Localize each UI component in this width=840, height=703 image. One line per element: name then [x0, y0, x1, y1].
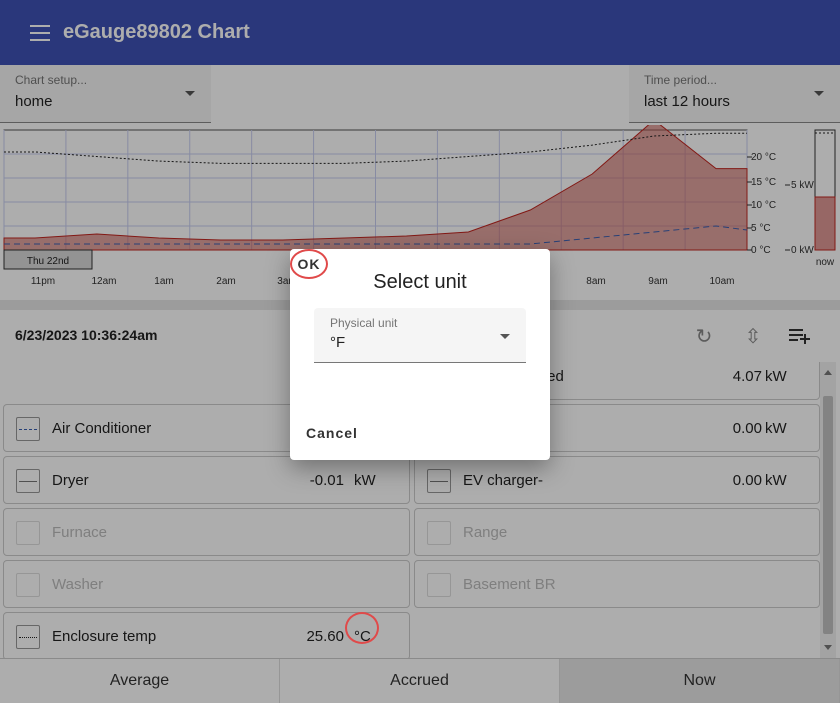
chevron-down-icon — [500, 334, 510, 339]
physical-unit-label: Physical unit — [330, 316, 398, 330]
cancel-button[interactable]: Cancel — [306, 425, 358, 441]
unit-highlight-circle — [345, 612, 379, 644]
physical-unit-select[interactable]: Physical unit °F — [314, 308, 526, 363]
select-unit-dialog: Select unit Physical unit °F Cancel OK — [290, 249, 550, 460]
physical-unit-value: °F — [330, 334, 346, 351]
dialog-title: Select unit — [373, 271, 467, 293]
